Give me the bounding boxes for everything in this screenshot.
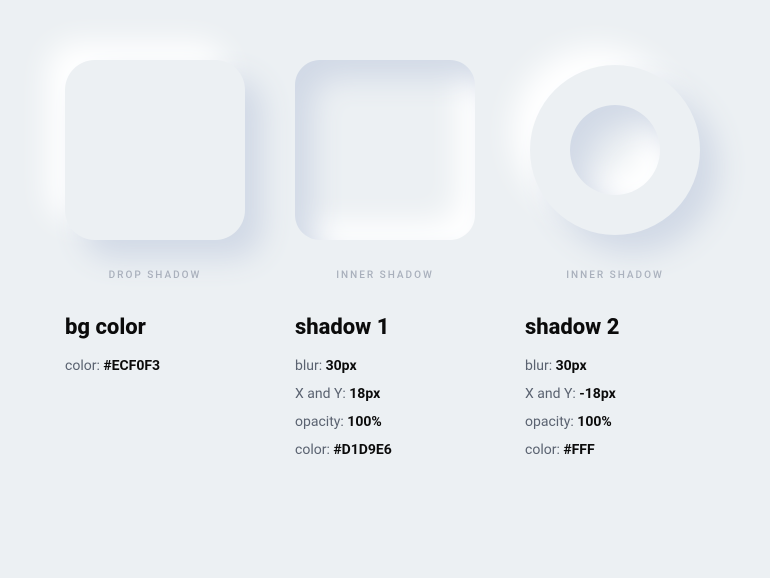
drop-shadow-square <box>65 60 245 240</box>
spec-shadow-2: shadow 2 blur: 30px X and Y: -18px opaci… <box>515 315 715 470</box>
spec-title: shadow 2 <box>525 315 715 340</box>
shape-label: INNER SHADOW <box>285 270 485 281</box>
spec-line: X and Y: 18px <box>295 386 485 402</box>
spec-line: opacity: 100% <box>295 414 485 430</box>
spec-line: color: #FFF <box>525 442 715 458</box>
spec-line: X and Y: -18px <box>525 386 715 402</box>
spec-bg-color: bg color color: #ECF0F3 <box>55 315 255 470</box>
spec-title: shadow 1 <box>295 315 485 340</box>
labels-row: DROP SHADOW INNER SHADOW INNER SHADOW <box>55 270 715 281</box>
shape-drop-shadow <box>55 60 255 240</box>
shape-label: DROP SHADOW <box>55 270 255 281</box>
specs-row: bg color color: #ECF0F3 shadow 1 blur: 3… <box>55 315 715 470</box>
shapes-row <box>55 60 715 240</box>
spec-line: blur: 30px <box>295 358 485 374</box>
spec-shadow-1: shadow 1 blur: 30px X and Y: 18px opacit… <box>285 315 485 470</box>
shape-label: INNER SHADOW <box>515 270 715 281</box>
inner-shadow-square <box>295 60 475 240</box>
spec-line: color: #D1D9E6 <box>295 442 485 458</box>
spec-line: opacity: 100% <box>525 414 715 430</box>
spec-line: blur: 30px <box>525 358 715 374</box>
shape-inner-shadow-square <box>285 60 485 240</box>
shape-inner-shadow-ring <box>515 65 715 235</box>
spec-line: color: #ECF0F3 <box>65 358 255 374</box>
inner-shadow-ring <box>530 65 700 235</box>
spec-title: bg color <box>65 315 255 340</box>
